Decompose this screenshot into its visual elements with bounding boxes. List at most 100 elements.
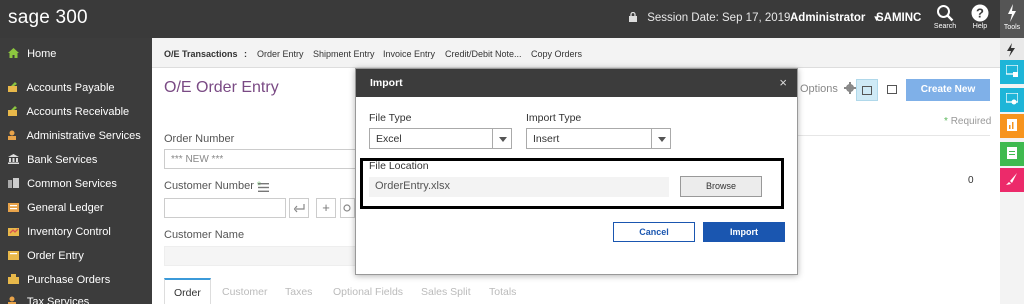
import-type-value: Insert — [533, 133, 560, 145]
sage-logo[interactable]: sage 300 — [8, 7, 88, 29]
dock-screen-button[interactable] — [1000, 60, 1024, 84]
sidebar-item-bank-services[interactable]: Bank Services — [8, 154, 97, 172]
tab-order[interactable]: Order — [164, 278, 211, 304]
import-type-select[interactable]: Insert — [526, 128, 671, 149]
user-menu[interactable]: Administrator ▼ — [790, 12, 881, 24]
right-panel — [795, 135, 990, 255]
search-customer-button[interactable] — [340, 198, 355, 218]
tab-optional-fields[interactable]: Optional Fields — [333, 278, 403, 304]
file-type-label: File Type — [369, 112, 412, 124]
top-header: sage 300 Session Date: Sep 17, 2019 Admi… — [0, 0, 1024, 38]
sidebar-item-label: Home — [27, 48, 57, 60]
dialog-header: Import × — [356, 69, 797, 97]
document-icon — [1007, 147, 1017, 159]
report-icon — [1006, 93, 1018, 105]
purchase-icon — [8, 274, 19, 284]
sidebar-item-label: Administrative Services — [26, 130, 141, 142]
list-icon[interactable] — [258, 183, 269, 192]
chart-icon — [1007, 119, 1017, 131]
sidebar-item-tax-services[interactable]: Tax Services — [8, 296, 89, 304]
sidebar-item-inventory-control[interactable]: Inventory Control — [8, 226, 111, 244]
sidebar-item-label: Bank Services — [27, 154, 98, 166]
order-entry-icon — [8, 251, 19, 260]
breadcrumb-section: O/E Transactions — [164, 49, 238, 59]
dock-brush-button[interactable] — [1000, 168, 1024, 192]
search-button[interactable]: Search — [930, 4, 960, 30]
sidebar-item-purchase-orders[interactable]: Purchase Orders — [8, 274, 110, 292]
file-type-select[interactable]: Excel — [369, 128, 512, 149]
dock-document-button[interactable] — [1000, 142, 1024, 166]
tab-taxes[interactable]: Taxes — [285, 278, 312, 304]
tax-icon — [8, 296, 16, 304]
sidebar-item-home[interactable]: Home — [8, 48, 56, 66]
help-icon: ? — [971, 4, 989, 22]
import-button[interactable]: Import — [703, 222, 785, 242]
breadcrumb-shipment-entry[interactable]: Shipment Entry — [313, 49, 375, 59]
sidebar-item-general-ledger[interactable]: General Ledger — [8, 202, 104, 220]
return-button[interactable] — [289, 198, 309, 218]
sidebar-item-label: Purchase Orders — [27, 274, 111, 286]
search-icon — [343, 204, 351, 212]
right-value: 0 — [968, 175, 974, 186]
home-icon — [8, 48, 19, 58]
file-location-input[interactable]: OrderEntry.xlsx — [369, 177, 669, 197]
sidebar-item-label: Common Services — [27, 178, 117, 190]
sidebar-item-label: Order Entry — [27, 250, 84, 262]
tools-button[interactable]: Tools — [1000, 0, 1024, 38]
dock-lightning-button[interactable] — [1000, 38, 1024, 62]
help-button[interactable]: ? Help — [965, 4, 995, 30]
help-label: Help — [972, 23, 988, 30]
breadcrumb-invoice-entry[interactable]: Invoice Entry — [383, 49, 435, 59]
create-new-button[interactable]: Create New — [906, 79, 990, 101]
order-number-label: Order Number — [164, 133, 235, 145]
company-name[interactable]: SAMINC — [876, 12, 921, 24]
session-value: Sep 17, 2019 — [722, 12, 791, 24]
dock-chart-button[interactable] — [1000, 114, 1024, 138]
sidebar-item-common-services[interactable]: Common Services — [8, 178, 117, 196]
ar-icon — [8, 106, 17, 116]
sidebar-item-administrative-services[interactable]: Administrative Services — [8, 130, 141, 148]
cancel-button[interactable]: Cancel — [613, 222, 695, 242]
ap-icon — [8, 82, 17, 92]
plus-icon: + — [322, 200, 330, 215]
breadcrumb-separator: : — [244, 49, 247, 59]
session-label: Session Date: — [647, 12, 719, 24]
screen-icon — [1006, 65, 1018, 77]
sidebar-item-label: Accounts Receivable — [26, 106, 130, 118]
dock-report-button[interactable] — [1000, 88, 1024, 112]
tab-customer[interactable]: Customer — [222, 278, 268, 304]
sidebar-item-order-entry[interactable]: Order Entry — [8, 250, 84, 268]
form-view-button[interactable] — [856, 79, 878, 101]
breadcrumb-credit-debit-note[interactable]: Credit/Debit Note... — [445, 49, 522, 59]
close-icon[interactable]: × — [779, 75, 787, 90]
browse-button[interactable]: Browse — [680, 176, 762, 197]
breadcrumb-order-entry[interactable]: Order Entry — [257, 49, 304, 59]
add-customer-button[interactable]: + — [316, 198, 336, 218]
gear-icon — [843, 82, 856, 94]
required-label: Required — [950, 116, 992, 127]
bank-icon — [8, 154, 19, 164]
logo-number: 300 — [55, 7, 88, 28]
gl-icon — [8, 203, 19, 212]
tab-totals[interactable]: Totals — [489, 278, 516, 304]
customer-name-input[interactable] — [164, 246, 364, 266]
sidebar-item-label: Tax Services — [26, 296, 90, 304]
lightning-icon — [1008, 4, 1016, 22]
sidebar-item-accounts-payable[interactable]: Accounts Payable — [8, 82, 115, 100]
svg-text:?: ? — [976, 6, 984, 21]
chevron-down-icon — [492, 129, 511, 148]
sidebar-item-accounts-receivable[interactable]: Accounts Receivable — [8, 106, 129, 124]
breadcrumb: O/E Transactions : Order Entry Shipment … — [152, 38, 1000, 68]
options-button[interactable]: Options — [800, 82, 856, 95]
order-number-input[interactable]: *** NEW *** — [164, 149, 364, 169]
customer-number-input[interactable] — [164, 198, 286, 218]
logo-word: sage — [8, 7, 51, 28]
tab-sales-split[interactable]: Sales Split — [421, 278, 471, 304]
sidebar-item-label: Accounts Payable — [26, 82, 115, 94]
admin-icon — [8, 130, 16, 140]
breadcrumb-copy-orders[interactable]: Copy Orders — [531, 49, 582, 59]
dialog-title: Import — [370, 77, 403, 89]
list-view-button[interactable] — [882, 79, 904, 101]
page-title: O/E Order Entry — [164, 79, 279, 96]
session-date: Session Date: Sep 17, 2019 — [628, 12, 790, 24]
